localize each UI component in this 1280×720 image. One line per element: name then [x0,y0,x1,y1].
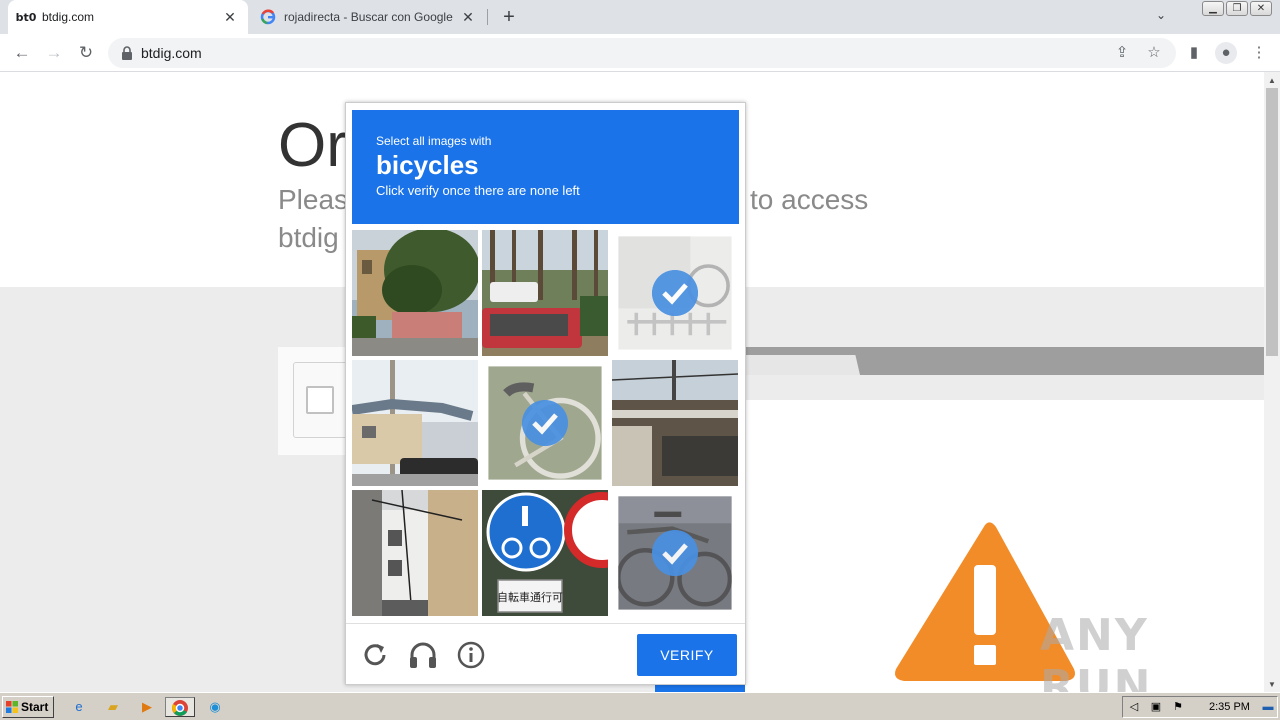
verify-button[interactable]: VERIFY [637,634,737,676]
bookmark-star-icon[interactable]: ☆ [1144,43,1164,63]
info-icon[interactable] [456,640,486,670]
captcha-tile-1[interactable] [352,230,478,356]
tab-title: btdig.com [42,10,95,24]
selected-check-icon [522,400,568,446]
menu-kebab-icon[interactable]: ⋮ [1248,42,1270,64]
captcha-tile-8[interactable]: 自転車通行可 [482,490,608,616]
chrome-icon [172,700,188,716]
chrome-taskbar-icon[interactable] [165,697,195,717]
back-icon[interactable]: ← [10,41,34,65]
file-explorer-icon[interactable]: ▰ [102,697,124,717]
action-center-flag-icon[interactable]: ⚑ [1171,700,1185,714]
captcha-tile-4[interactable] [352,360,478,486]
show-desktop-icon[interactable]: ▬ [1261,700,1275,714]
google-favicon-icon [260,9,276,25]
content-tab [745,355,860,375]
btdig-favicon-icon: bt0 [15,10,37,24]
captcha-tile-6[interactable] [612,360,738,486]
selected-check-icon [652,530,698,576]
page-subtitle-end: to access [750,184,869,215]
minimize-icon[interactable]: ▁ [1202,1,1224,16]
system-tray: ◁ ▣ ⚑ 2:35 PM ▬ [1122,696,1278,718]
close-window-icon[interactable]: ✕ [1250,1,1272,16]
new-tab-icon[interactable]: + [498,6,520,28]
houses-pole-image [352,360,478,486]
reload-page-icon[interactable]: ↻ [74,41,98,65]
windows-taskbar: Start e ▰ ▶ ◉ ◁ ▣ ⚑ 2:35 PM ▬ [0,692,1280,720]
challenge-keyword: bicycles [376,150,479,180]
tab-title: rojadirecta - Buscar con Google [284,10,453,24]
page-subtitle-line2: btdig [278,222,339,253]
captcha-tile-2[interactable] [482,230,608,356]
challenge-footer: VERIFY [346,623,745,685]
url-text: btdig.com [141,45,202,61]
restore-icon[interactable]: ❐ [1226,1,1248,16]
internet-explorer-icon[interactable]: e [68,697,90,717]
edge-icon[interactable]: ◉ [204,697,226,717]
sign-text: 自転車通行可 [497,590,563,604]
tab-btdig[interactable]: bt0 btdig.com ✕ [8,0,248,34]
page-title: Or [278,111,347,180]
page-scrollbar[interactable]: ▲ ▼ [1264,72,1280,692]
pickup-truck-image [482,230,608,356]
profile-avatar-icon[interactable]: ● [1215,42,1237,64]
lock-icon [122,46,132,60]
start-label: Start [21,700,49,714]
close-tab-icon[interactable]: ✕ [460,9,476,26]
windows-logo-icon [6,701,18,713]
tab-search-chevron-icon[interactable]: ⌄ [1152,8,1170,26]
address-bar[interactable]: btdig.com ⇪ ☆ [108,38,1176,68]
bicycle-sign-image: 自転車通行可 [482,490,608,616]
watermark-text: ANY RUN [1040,610,1153,692]
forward-icon[interactable]: → [42,41,66,65]
challenge-instruction: Select all images with [376,134,492,148]
scroll-up-arrow-icon[interactable]: ▲ [1264,74,1280,88]
tab-divider [487,9,488,25]
clock: 2:35 PM [1209,701,1250,713]
house-trees-image [352,230,478,356]
window-controls: ▁ ❐ ✕ [1202,1,1272,16]
volume-icon[interactable]: ◁ [1127,700,1141,714]
captcha-tile-9[interactable] [612,490,738,616]
challenge-header: Select all images with bicycles Click ve… [352,110,739,224]
side-panel-icon[interactable]: ▮ [1183,42,1205,64]
start-button[interactable]: Start [2,696,54,718]
captcha-tile-7[interactable] [352,490,478,616]
captcha-tile-3[interactable] [612,230,738,356]
narrow-alley-image [352,490,478,616]
share-icon[interactable]: ⇪ [1112,43,1132,63]
page-subtitle-start: Pleas [278,184,349,215]
headphones-icon[interactable] [408,640,438,670]
network-icon[interactable]: ▣ [1149,700,1163,714]
recaptcha-challenge-dialog: Select all images with bicycles Click ve… [345,102,746,685]
selected-check-icon [652,270,698,316]
scroll-thumb[interactable] [1266,88,1278,356]
storefront-image [612,360,738,486]
reload-icon[interactable] [360,640,390,670]
media-player-icon[interactable]: ▶ [136,697,158,717]
close-tab-icon[interactable]: ✕ [222,9,238,26]
tab-google-search[interactable]: rojadirecta - Buscar con Google ✕ [250,0,486,34]
challenge-hint: Click verify once there are none left [376,183,580,198]
captcha-checkbox[interactable] [306,386,334,414]
scroll-down-arrow-icon[interactable]: ▼ [1264,678,1280,692]
captcha-tile-5[interactable] [482,360,608,486]
browser-toolbar: ← → ↻ btdig.com ⇪ ☆ ▮ ● ⋮ [0,34,1280,72]
tab-strip: bt0 btdig.com ✕ rojadirecta - Buscar con… [0,0,1280,34]
